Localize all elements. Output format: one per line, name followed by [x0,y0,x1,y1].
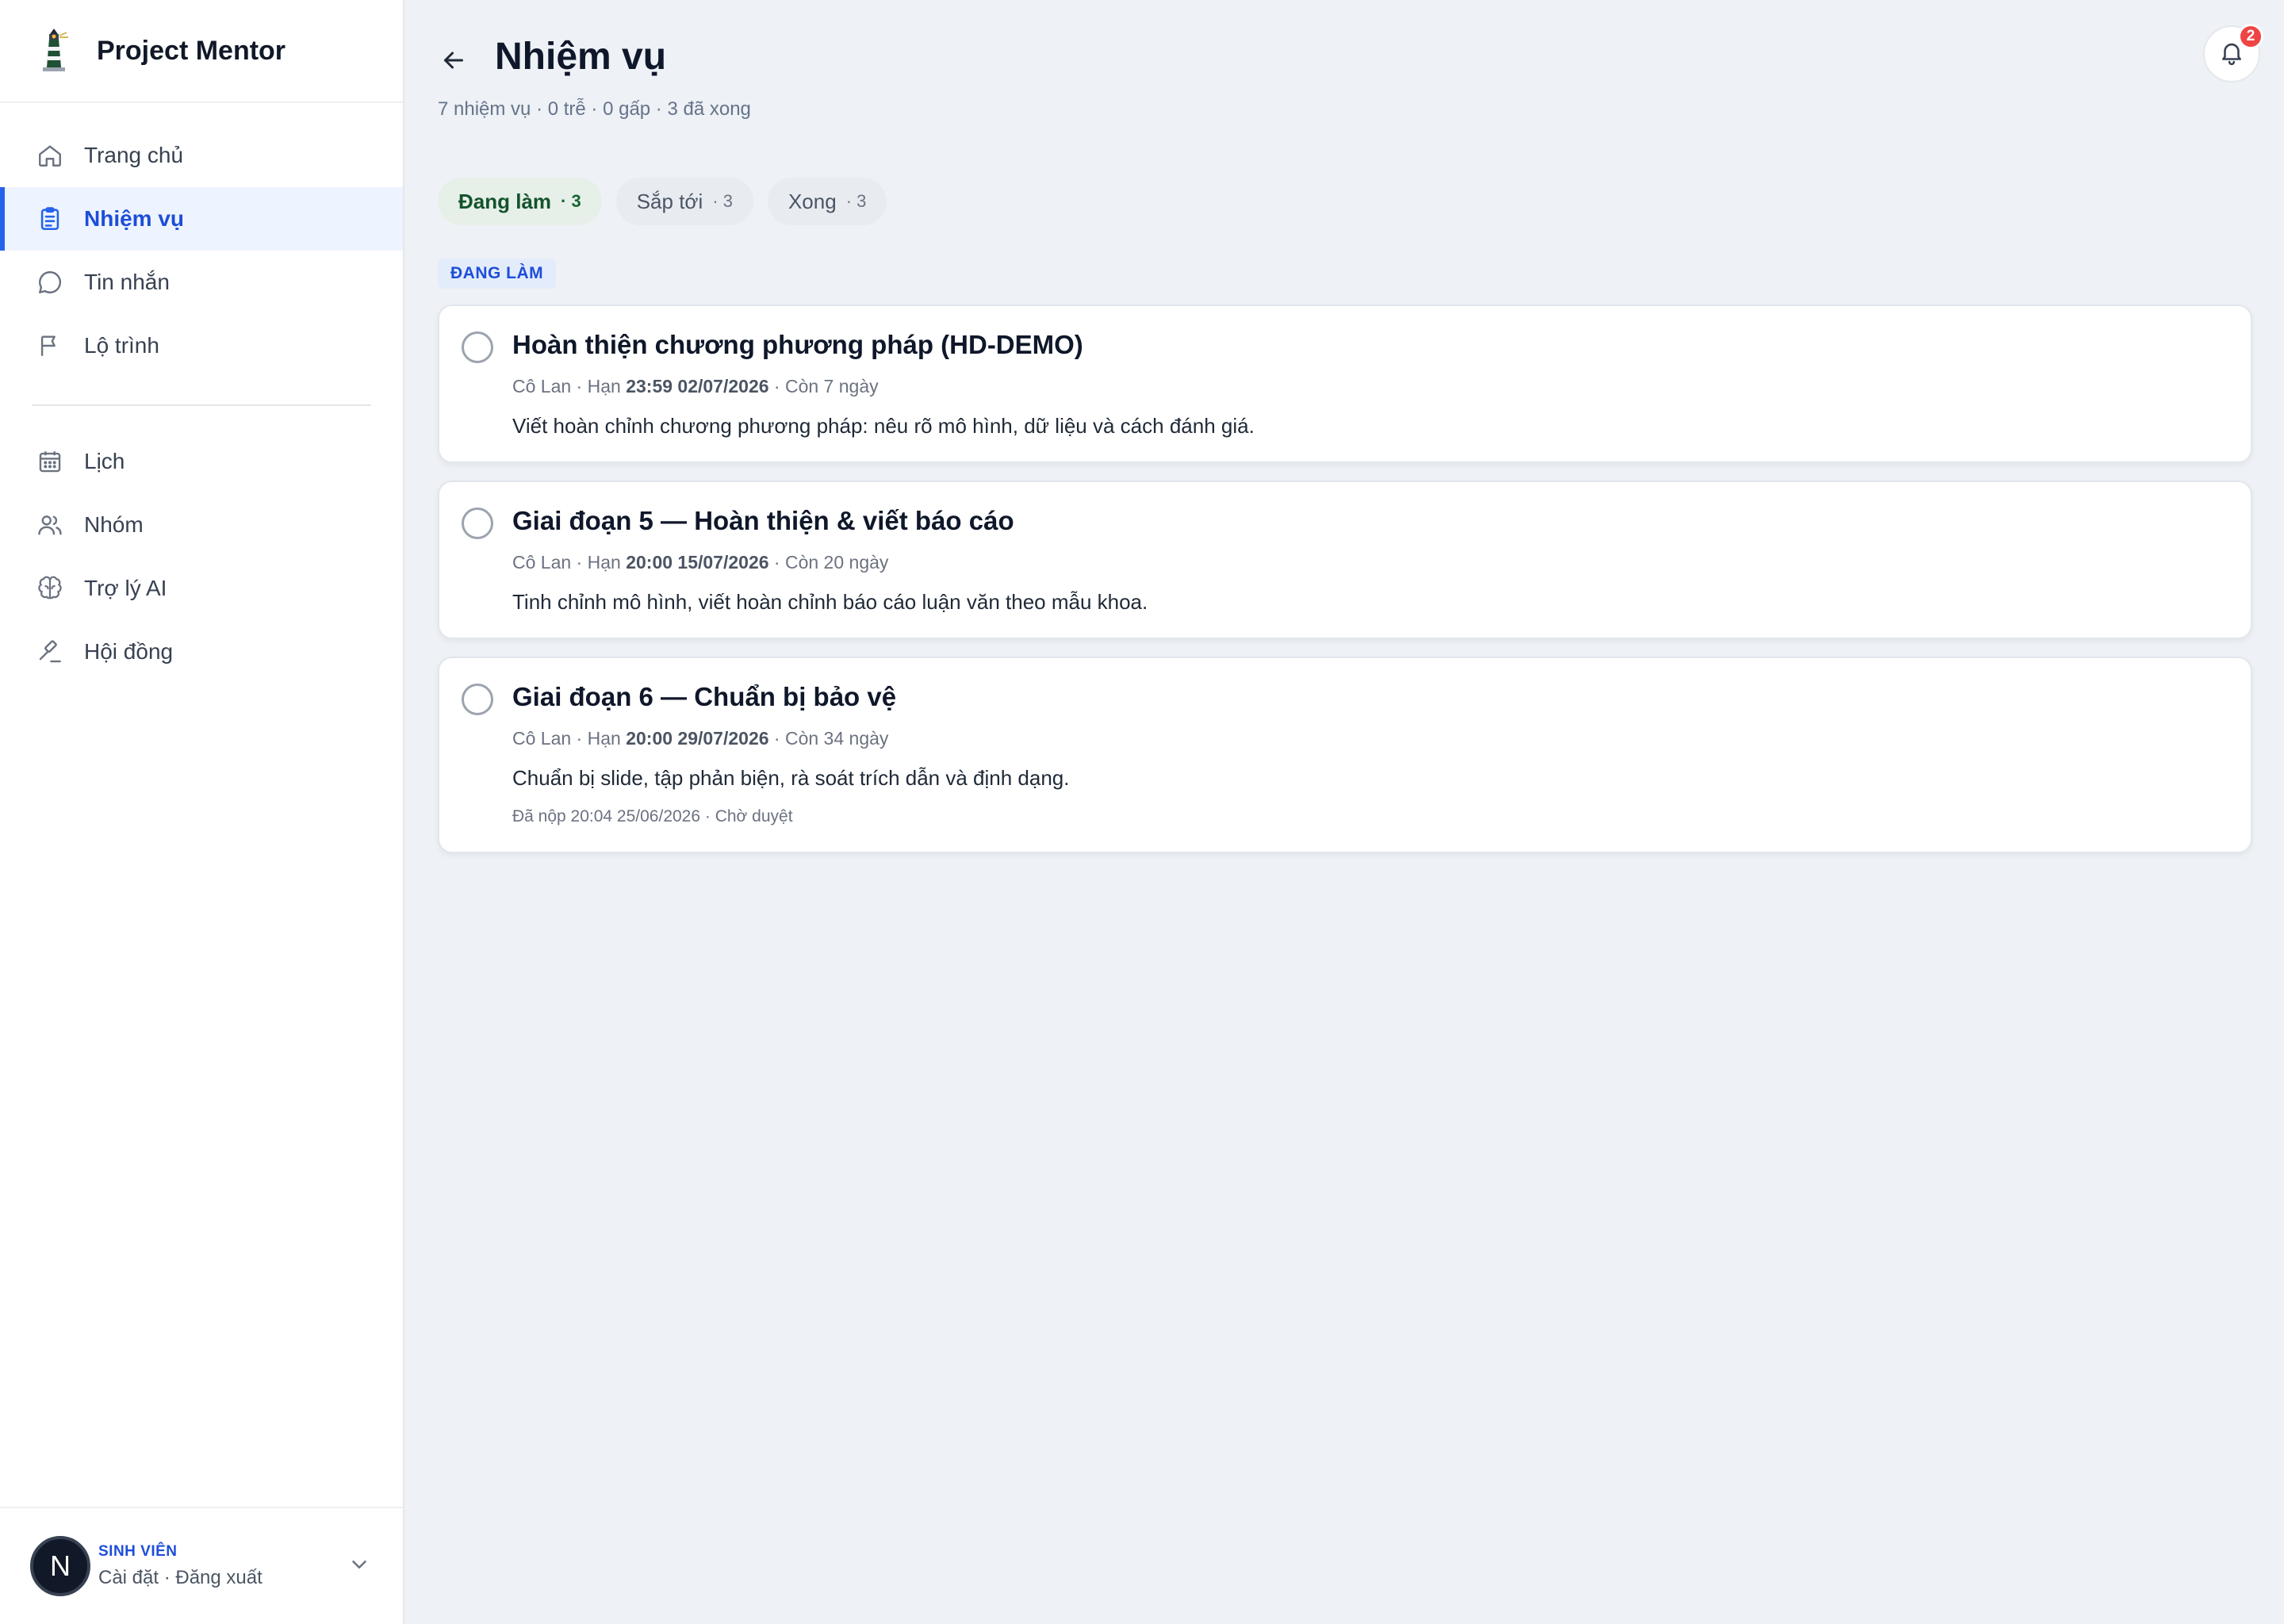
sidebar-item-lich[interactable]: Lịch [0,430,403,493]
task-meta-prefix: Cô Lan · Hạn [512,728,627,749]
brand-name: Project Mentor [97,35,286,66]
task-meta: Cô Lan · Hạn 20:00 29/07/2026 · Còn 34 n… [512,728,888,749]
task-title: Giai đoạn 6 — Chuẩn bị bảo vệ [512,682,897,711]
sidebar-item-label: Trợ lý AI [84,576,167,600]
avatar: N [30,1536,90,1596]
task-card[interactable]: Giai đoạn 6 — Chuẩn bị bảo vệ Cô Lan · H… [438,657,2252,853]
sidebar-item-label: Hội đồng [84,639,174,664]
nav-divider [32,404,371,406]
sidebar-item-hoi-dong[interactable]: Hội đồng [0,620,403,684]
task-meta-prefix: Cô Lan · Hạn [512,376,627,396]
home-icon [35,140,65,170]
section-label: ĐANG LÀM [438,259,557,289]
task-complete-checkbox[interactable] [462,508,493,539]
brain-icon [35,573,65,603]
task-card[interactable]: Giai đoạn 5 — Hoàn thiện & viết báo cáo … [438,481,2252,639]
task-deadline: 20:00 29/07/2026 [626,728,769,749]
sidebar-item-label: Nhiệm vụ [84,206,185,231]
task-complete-checkbox[interactable] [462,684,493,715]
sidebar-item-label: Nhóm [84,512,144,537]
sidebar-item-tro-ly-ai[interactable]: Trợ lý AI [0,557,403,620]
task-card[interactable]: Hoàn thiện chương phương pháp (HD-DEMO) … [438,304,2252,463]
clipboard-icon [35,204,65,234]
task-meta-suffix: · Còn 20 ngày [768,552,889,573]
sidebar-item-label: Tin nhắn [84,270,170,294]
gavel-icon [35,637,65,667]
task-meta: Cô Lan · Hạn 23:59 02/07/2026 · Còn 7 ng… [512,376,879,397]
tab-xong[interactable]: Xong · 3 [767,178,887,225]
task-deadline: 23:59 02/07/2026 [626,376,769,396]
sidebar-item-label: Lộ trình [84,333,159,358]
sidebar: Project Mentor Trang chủ Nhiệm vụ Tin nh… [0,0,404,1624]
notification-button[interactable]: 2 [2203,24,2263,82]
task-description: Tinh chỉnh mô hình, viết hoàn chỉnh báo … [512,590,1148,614]
calendar-icon [35,446,65,477]
notification-count-badge: 2 [2238,24,2263,49]
task-summary: 7 nhiệm vụ · 0 trễ · 0 gấp · 3 đã xong [438,98,751,120]
user-menu[interactable]: N SINH VIÊN Cài đặt · Đăng xuất [0,1507,403,1624]
task-meta-suffix: · Còn 34 ngày [768,728,889,749]
tab-label: Xong [788,189,837,213]
brand[interactable]: Project Mentor [0,0,403,103]
user-links[interactable]: Cài đặt · Đăng xuất [98,1567,263,1589]
main-content: Nhiệm vụ 7 nhiệm vụ · 0 trễ · 0 gấp · 3 … [406,0,2284,1624]
task-meta: Cô Lan · Hạn 20:00 15/07/2026 · Còn 20 n… [512,552,888,573]
status-tabs: Đang làm · 3 Sắp tới · 3 Xong · 3 [438,178,887,225]
sidebar-item-tin-nhan[interactable]: Tin nhắn [0,251,403,314]
tab-label: Đang làm [458,189,552,213]
page-title: Nhiệm vụ [495,36,667,78]
sidebar-item-nhom[interactable]: Nhóm [0,493,403,557]
tab-count: · 3 [561,191,581,211]
task-submission-status: Đã nộp 20:04 25/06/2026 · Chờ duyệt [512,807,793,825]
task-description: Viết hoàn chỉnh chương phương pháp: nêu … [512,414,1255,438]
sidebar-item-nhiem-vu[interactable]: Nhiệm vụ [0,187,403,251]
sidebar-item-label: Trang chủ [84,143,184,167]
chevron-down-icon[interactable] [347,1553,371,1576]
tab-sap-toi[interactable]: Sắp tới · 3 [615,178,753,225]
sidebar-item-lo-trinh[interactable]: Lộ trình [0,314,403,377]
lighthouse-logo-icon [33,28,75,74]
task-title: Hoàn thiện chương phương pháp (HD-DEMO) [512,330,1083,359]
task-title: Giai đoạn 5 — Hoàn thiện & viết báo cáo [512,506,1014,535]
chat-bubble-icon [35,267,65,297]
tab-label: Sắp tới [636,189,703,213]
flag-icon [35,331,65,361]
task-meta-suffix: · Còn 7 ngày [768,376,879,396]
user-role: SINH VIÊN [98,1543,178,1560]
user-info: SINH VIÊN Cài đặt · Đăng xuất [98,1543,263,1589]
tab-count: · 3 [845,191,867,211]
app-root: Project Mentor Trang chủ Nhiệm vụ Tin nh… [0,0,2284,1624]
task-complete-checkbox[interactable] [462,331,493,363]
task-meta-prefix: Cô Lan · Hạn [512,552,627,573]
users-icon [35,510,65,540]
tab-count: · 3 [712,191,733,211]
sidebar-nav: Trang chủ Nhiệm vụ Tin nhắn Lộ trình Lịc… [0,103,403,684]
sidebar-item-label: Lịch [84,449,125,473]
tab-dang-lam[interactable]: Đang làm · 3 [438,178,602,225]
task-description: Chuẩn bị slide, tập phản biện, rà soát t… [512,766,1070,790]
back-arrow-icon[interactable] [438,46,469,75]
task-deadline: 20:00 15/07/2026 [626,552,769,573]
sidebar-item-trang-chu[interactable]: Trang chủ [0,124,403,187]
